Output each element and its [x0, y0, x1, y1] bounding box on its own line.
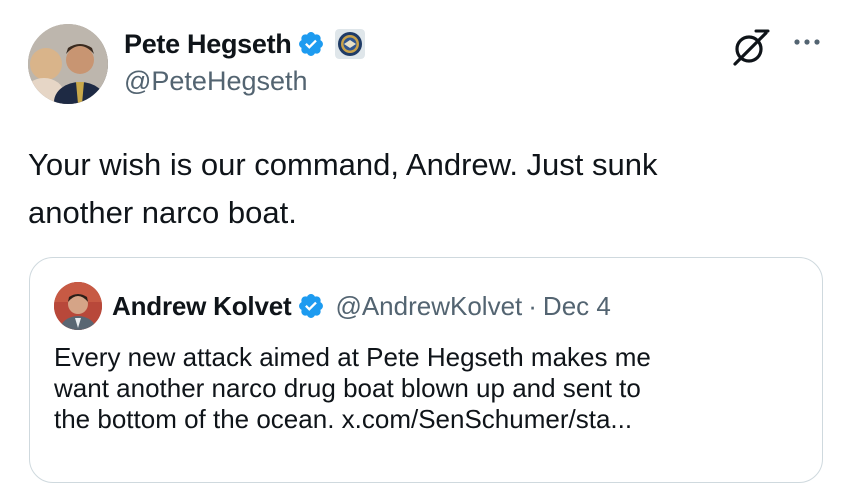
more-options-icon[interactable]	[789, 30, 825, 54]
grok-icon[interactable]	[728, 26, 772, 70]
quoted-text-line: Every new attack aimed at Pete Hegseth m…	[54, 342, 651, 372]
verified-badge-icon[interactable]	[297, 30, 325, 58]
meta-separator: ·	[528, 290, 537, 321]
tweet-text: Your wish is our command, Andrew. Just s…	[28, 141, 818, 237]
quoted-handle[interactable]: @AndrewKolvet	[335, 291, 522, 322]
author-avatar[interactable]	[28, 24, 108, 104]
department-seal-icon[interactable]	[335, 29, 366, 59]
tweet-text-line: Your wish is our command, Andrew. Just s…	[28, 147, 658, 182]
quoted-text-line[interactable]: the bottom of the ocean. x.com/SenSchume…	[54, 404, 804, 435]
quoted-tweet[interactable]: Andrew Kolvet @AndrewKolvet · Dec 4 Ever…	[29, 257, 823, 483]
quoted-tweet-text: Every new attack aimed at Pete Hegseth m…	[54, 342, 804, 435]
quoted-display-name[interactable]: Andrew Kolvet	[112, 291, 292, 322]
author-display-name[interactable]: Pete Hegseth	[124, 29, 292, 60]
quoted-date[interactable]: Dec 4	[543, 291, 611, 322]
quoted-author-avatar[interactable]	[54, 282, 102, 330]
tweet-text-line: another narco boat.	[28, 195, 297, 230]
tweet-card: Pete Hegseth @PeteHegseth Your wish is o…	[0, 0, 854, 502]
quoted-text-line: want another narco drug boat blown up an…	[54, 373, 641, 403]
quoted-header: Andrew Kolvet @AndrewKolvet · Dec 4	[112, 289, 611, 323]
author-handle[interactable]: @PeteHegseth	[124, 66, 308, 97]
author-name-row: Pete Hegseth	[124, 27, 366, 61]
verified-badge-icon[interactable]	[297, 292, 325, 320]
